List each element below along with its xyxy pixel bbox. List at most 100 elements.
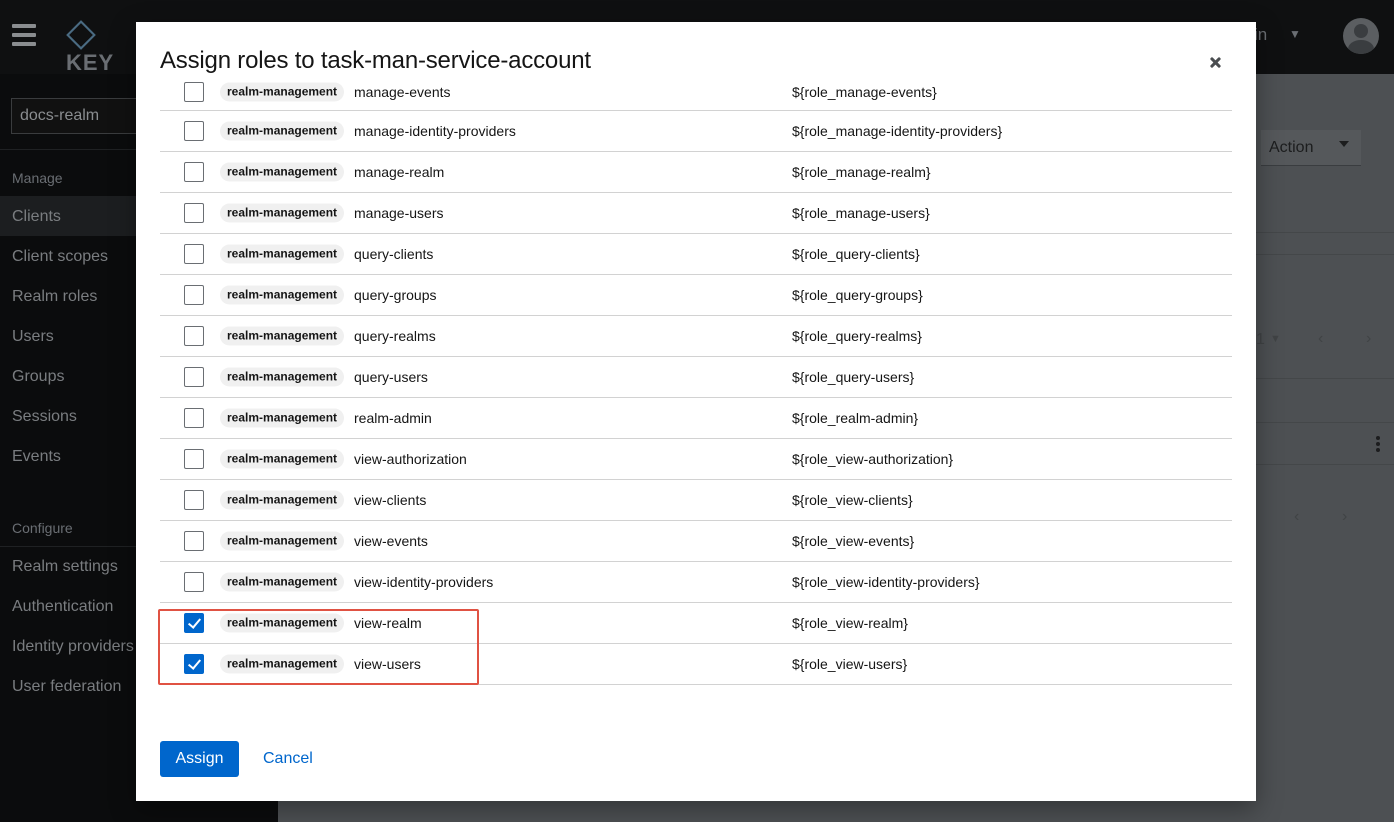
- role-name: view-clients: [354, 492, 427, 508]
- role-description: ${role_query-users}: [792, 369, 915, 385]
- previous-page-icon[interactable]: ‹: [1318, 330, 1323, 348]
- client-badge: realm-management: [220, 654, 345, 674]
- assign-button[interactable]: Assign: [160, 741, 239, 777]
- row-checkbox[interactable]: [184, 121, 204, 141]
- client-badge: realm-management: [220, 367, 345, 387]
- role-description: ${role_query-clients}: [792, 246, 920, 262]
- sidebar-item-user-federation[interactable]: User federation: [12, 678, 121, 696]
- role-description: ${role_query-groups}: [792, 287, 923, 303]
- table-row: realm-management view-authorization ${role…: [160, 439, 1232, 480]
- role-description: ${role_view-identity-providers}: [792, 574, 980, 590]
- client-badge: realm-management: [220, 572, 345, 592]
- table-row: realm-management query-users ${role_query-…: [160, 357, 1232, 398]
- role-name: manage-users: [354, 205, 444, 221]
- pagination-count[interactable]: 1: [1256, 331, 1265, 349]
- previous-page-icon[interactable]: ‹: [1294, 508, 1299, 526]
- sidebar-item-authentication[interactable]: Authentication: [12, 598, 113, 616]
- client-badge: realm-management: [220, 490, 345, 510]
- caret-down-icon: [1339, 141, 1349, 147]
- kebab-menu-icon[interactable]: [1376, 436, 1380, 454]
- sidebar-item-events[interactable]: Events: [12, 448, 61, 466]
- role-name: view-users: [354, 656, 421, 672]
- row-checkbox[interactable]: [184, 408, 204, 428]
- sidebar-item-identity-providers[interactable]: Identity providers: [12, 638, 134, 656]
- close-icon[interactable]: [1204, 52, 1226, 74]
- row-checkbox[interactable]: [184, 613, 204, 633]
- sidebar-item-groups[interactable]: Groups: [12, 368, 64, 386]
- table-row: realm-management manage-realm ${role_manag…: [160, 152, 1232, 193]
- row-checkbox[interactable]: [184, 82, 204, 102]
- row-checkbox[interactable]: [184, 490, 204, 510]
- client-badge: realm-management: [220, 82, 345, 102]
- table-row: realm-management manage-identity-provider…: [160, 111, 1232, 152]
- hamburger-menu-icon[interactable]: [12, 24, 36, 46]
- cancel-button[interactable]: Cancel: [263, 741, 313, 777]
- role-name: view-authorization: [354, 451, 467, 467]
- table-row: realm-management query-groups ${role_query…: [160, 275, 1232, 316]
- row-checkbox[interactable]: [184, 203, 204, 223]
- divider: [1256, 464, 1394, 465]
- row-checkbox[interactable]: [184, 572, 204, 592]
- role-description: ${role_realm-admin}: [792, 410, 919, 426]
- role-name: manage-realm: [354, 164, 445, 180]
- table-row: realm-management view-clients ${role_view-…: [160, 480, 1232, 521]
- divider: [1256, 254, 1394, 255]
- caret-down-icon: ▼: [1289, 27, 1301, 41]
- divider: [1256, 422, 1394, 423]
- action-dropdown[interactable]: Action: [1261, 130, 1361, 166]
- avatar[interactable]: [1343, 18, 1379, 54]
- role-name: view-identity-providers: [354, 574, 494, 590]
- role-description: ${role_manage-users}: [792, 205, 930, 221]
- keycloak-logo: KEY: [66, 20, 136, 75]
- table-row: realm-management view-users ${role_view-us…: [160, 644, 1232, 685]
- role-name: query-users: [354, 369, 428, 385]
- client-badge: realm-management: [220, 121, 345, 141]
- role-name: view-events: [354, 533, 428, 549]
- row-checkbox[interactable]: [184, 285, 204, 305]
- assign-roles-modal: Assign roles to task-man-service-account…: [136, 22, 1256, 801]
- row-checkbox[interactable]: [184, 162, 204, 182]
- role-description: ${role_view-realm}: [792, 615, 908, 631]
- sidebar-item-sessions[interactable]: Sessions: [12, 408, 77, 426]
- sidebar-item-client-scopes[interactable]: Client scopes: [12, 248, 108, 266]
- sidebar-item-realm-roles[interactable]: Realm roles: [12, 288, 97, 306]
- sidebar-item-users[interactable]: Users: [12, 328, 54, 346]
- role-name: view-realm: [354, 615, 422, 631]
- row-checkbox[interactable]: [184, 531, 204, 551]
- client-badge: realm-management: [220, 244, 345, 264]
- row-checkbox[interactable]: [184, 654, 204, 674]
- role-name: query-groups: [354, 287, 437, 303]
- table-row: realm-management realm-admin ${role_realm-…: [160, 398, 1232, 439]
- role-description: ${role_view-authorization}: [792, 451, 954, 467]
- client-badge: realm-management: [220, 531, 345, 551]
- role-description: ${role_view-clients}: [792, 492, 913, 508]
- sidebar-item-clients[interactable]: Clients: [12, 208, 61, 226]
- role-description: ${role_manage-realm}: [792, 164, 931, 180]
- sidebar-item-realm-settings[interactable]: Realm settings: [12, 558, 118, 576]
- role-description: ${role_view-users}: [792, 656, 908, 672]
- next-page-icon[interactable]: ›: [1366, 330, 1371, 348]
- table-row: realm-management query-clients ${role_quer…: [160, 234, 1232, 275]
- row-checkbox[interactable]: [184, 326, 204, 346]
- role-name: manage-events: [354, 84, 451, 100]
- row-checkbox[interactable]: [184, 244, 204, 264]
- table-row: realm-management manage-events ${role_mana…: [160, 74, 1232, 111]
- row-checkbox[interactable]: [184, 449, 204, 469]
- row-checkbox[interactable]: [184, 367, 204, 387]
- role-description: ${role_manage-events}: [792, 84, 937, 100]
- role-name: query-clients: [354, 246, 434, 262]
- client-badge: realm-management: [220, 613, 345, 633]
- client-badge: realm-management: [220, 326, 345, 346]
- modal-title: Assign roles to task-man-service-account: [160, 47, 591, 74]
- realm-selector[interactable]: docs-realm: [11, 98, 151, 134]
- role-name: query-realms: [354, 328, 436, 344]
- client-badge: realm-management: [220, 203, 345, 223]
- next-page-icon[interactable]: ›: [1342, 508, 1347, 526]
- sidebar-heading-configure: Configure: [12, 520, 73, 536]
- divider: [1256, 232, 1394, 233]
- divider: [1256, 378, 1394, 379]
- table-row: realm-management view-identity-providers $…: [160, 562, 1232, 603]
- caret-down-icon: ▼: [1270, 333, 1281, 345]
- client-badge: realm-management: [220, 449, 345, 469]
- role-name: realm-admin: [354, 410, 432, 426]
